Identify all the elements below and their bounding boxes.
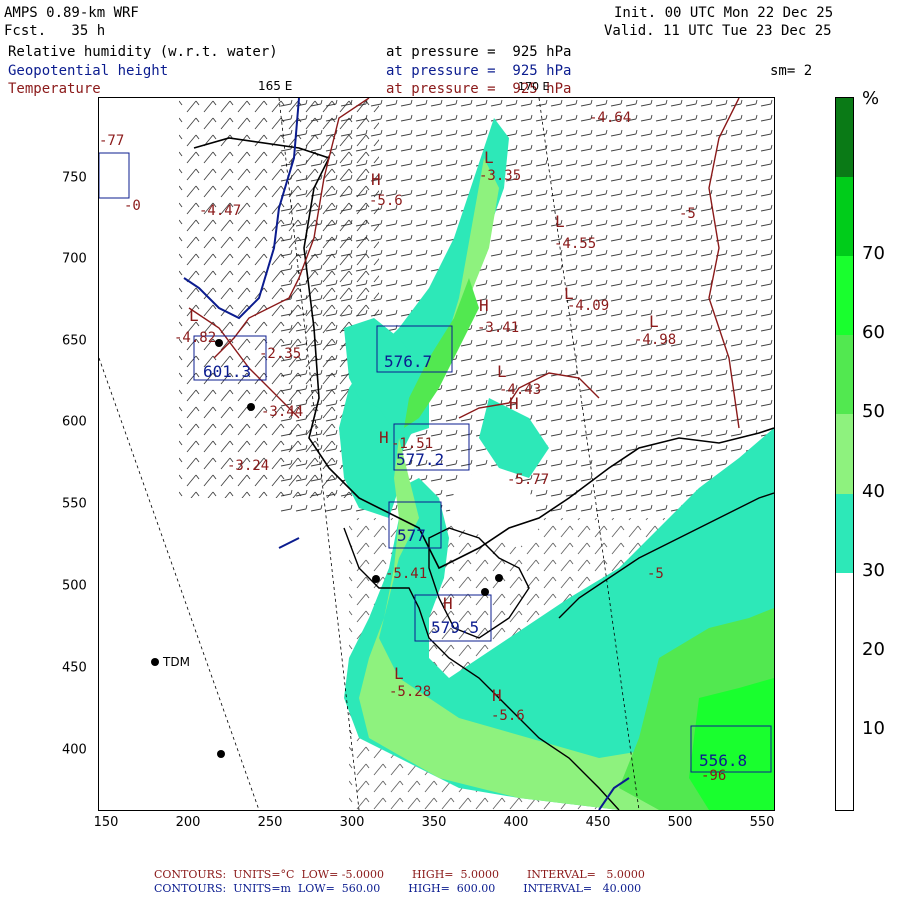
forecast-hour: Fcst. 35 h [4,23,106,39]
height-label: 577.2 [396,450,445,469]
temperature-label: -96 [701,768,727,784]
colorbar-band [836,335,853,415]
temperature-label: -3.24 [227,458,270,474]
colorbar-band [836,572,853,810]
colorbar-tick-label: 70 [862,243,885,265]
temperature-label: -5 [647,566,664,582]
footer-temp-contours: CONTOURS: UNITS=°C LOW= -5.0000 HIGH= 5.… [154,868,645,881]
x-tick-label: 350 [421,815,447,830]
level-rh: at pressure = 925 hPa [386,44,572,60]
x-tick-label: 300 [339,815,365,830]
meridian-165-label: 165 E [258,79,293,93]
footer-height-contours: CONTOURS: UNITS=m LOW= 560.00 HIGH= 600.… [154,882,642,895]
height-contour-2 [278,537,300,549]
station-dot [372,575,380,583]
field-rh: Relative humidity (w.r.t. water) [8,44,278,60]
colorbar-tick-label: 40 [862,480,885,502]
map-plot: -4.64 -4.47 -5.6 -3.35 -4.55 -5 -4.09 -3.41 -4.9… [98,97,775,811]
colorbar-tick-label: 30 [862,559,885,581]
colorbar-tick-label: 50 [862,401,885,423]
pressure-center-label: L [564,284,574,303]
pressure-center-label: H [379,428,389,447]
meridian-170-label: 170 E [518,80,550,93]
colorbar-tick-label: 20 [862,638,885,660]
height-label: 556.8 [699,751,748,770]
pressure-center-label: H [479,296,489,315]
height-label: 576.7 [384,352,433,371]
temperature-label: -5 [679,206,696,222]
y-tick-label: 650 [62,333,87,349]
pressure-center-label: L [189,306,199,325]
y-tick-label: 450 [62,660,87,676]
x-tick-label: 200 [175,815,201,830]
field-height: Geopotential height [8,63,169,79]
colorbar-band [836,414,853,494]
y-tick-label: 600 [62,414,87,430]
field-temp: Temperature [8,81,101,97]
valid-time: Valid. 11 UTC Tue 23 Dec 25 [604,23,832,39]
colorbar-tick-label: 10 [862,717,885,739]
y-tick-label: 700 [62,251,87,267]
pressure-center-label: H [492,686,502,705]
temperature-label: -3.35 [479,168,522,184]
station-dot [247,403,255,411]
rh-band-60 [689,678,774,810]
colorbar-band [836,256,853,336]
temperature-label: -77 [99,133,125,149]
station-dot [495,574,503,582]
station-box [99,152,130,199]
model-title: AMPS 0.89-km WRF [4,5,139,21]
pressure-center-label: H [371,170,381,189]
init-time: Init. 00 UTC Mon 22 Dec 25 [614,5,834,21]
temperature-label: -3.41 [477,320,520,336]
station-label-tdm: TDM [163,655,190,669]
colorbar-unit: % [862,88,880,109]
temperature-label: -5.28 [389,684,432,700]
y-tick-label: 550 [62,496,87,512]
station-dot [151,658,159,666]
x-tick-label: 450 [585,815,611,830]
station-dot [481,588,489,596]
station-dot [215,339,223,347]
temperature-label: -4.43 [499,382,542,398]
x-tick-label: 150 [93,815,119,830]
y-tick-label: 750 [62,170,87,186]
y-tick-label: 500 [62,578,87,594]
colorbar-band [836,98,853,178]
pressure-center-label: L [394,664,404,683]
pressure-center-label: H [509,394,519,413]
smoothing: sm= 2 [770,63,813,79]
temperature-label: -5.6 [491,708,525,724]
temperature-label: -3.44 [261,404,304,420]
level-height: at pressure = 925 hPa [386,63,572,79]
colorbar-band [836,177,853,257]
colorbar-band [836,493,853,573]
station-dot [217,750,225,758]
temperature-label: -5.77 [507,472,550,488]
height-label: 579.5 [431,618,480,637]
pressure-center-label: L [497,362,507,381]
temperature-label: -2.35 [259,346,302,362]
temperature-label: -4.55 [554,236,597,252]
height-label: 601.3 [203,362,252,381]
temperature-label: -5.41 [385,566,428,582]
temperature-label: -4.64 [589,110,632,126]
x-tick-label: 550 [749,815,775,830]
pressure-center-label: H [443,594,453,613]
y-tick-label: 400 [62,742,87,758]
pressure-center-label: L [649,312,659,331]
temperature-label: -0 [124,198,141,214]
x-tick-label: 500 [667,815,693,830]
temperature-label: -4.47 [199,203,242,219]
temperature-label: -4.98 [634,332,677,348]
pressure-center-label: L [484,148,494,167]
temperature-label: -4.82 [174,330,217,346]
colorbar-tick-label: 60 [862,322,885,344]
x-tick-label: 400 [503,815,529,830]
temperature-label: -5.6 [369,193,403,209]
pressure-center-label: L [555,212,565,231]
colorbar [835,97,854,811]
x-tick-label: 250 [257,815,283,830]
height-label: 577 [397,526,426,545]
